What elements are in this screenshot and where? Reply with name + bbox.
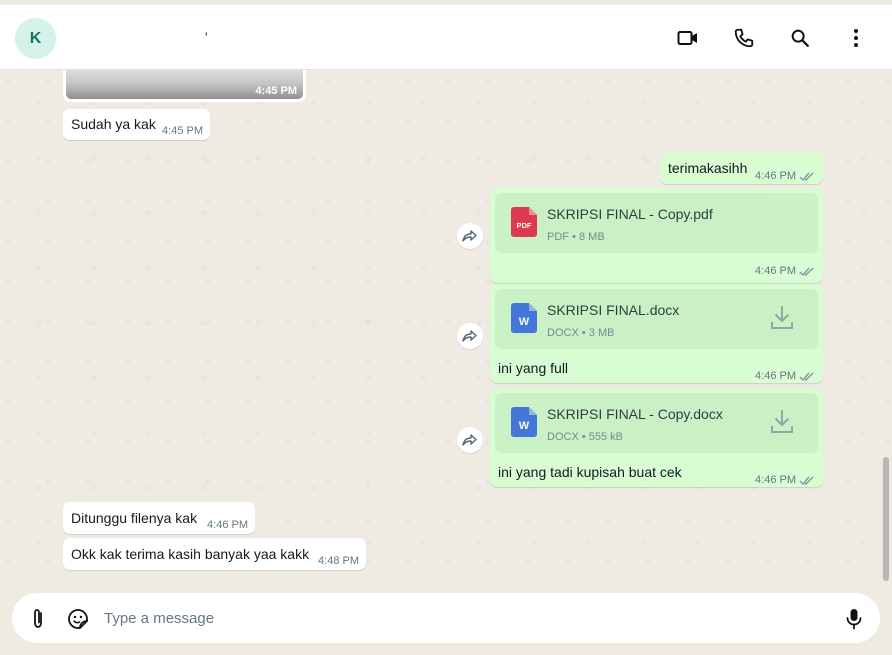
message-time: 4:46 PM [755, 170, 796, 182]
message-time: 4:46 PM [207, 519, 248, 531]
video-call-icon [677, 31, 697, 45]
document-message[interactable]: PDF SKRIPSI FINAL - Copy.pdf PDF • 8 MB … [490, 188, 823, 283]
meta-separator: • [581, 327, 586, 339]
document-type: PDF [547, 231, 569, 243]
compose-box [12, 593, 880, 643]
message-status: 4:46 PM [755, 471, 815, 490]
outgoing-message[interactable]: terimakasihh 4:46 PM [660, 153, 823, 184]
svg-text:W: W [519, 316, 530, 328]
document-meta: DOCX • 3 MB [547, 324, 614, 343]
document-type: DOCX [547, 431, 579, 443]
sticker-icon [68, 609, 88, 629]
incoming-message[interactable]: Sudah ya kak 4:45 PM [63, 109, 210, 140]
message-input[interactable] [104, 606, 824, 630]
chat-header: K ' [0, 4, 892, 70]
phone-icon [734, 28, 754, 48]
document-message[interactable]: W SKRIPSI FINAL - Copy.docx DOCX • 555 k… [490, 388, 823, 487]
document-meta: PDF • 8 MB [547, 228, 605, 247]
double-check-icon [799, 172, 814, 181]
document-card[interactable]: W SKRIPSI FINAL - Copy.docx DOCX • 555 k… [495, 393, 818, 453]
message-time: 4:48 PM [318, 555, 359, 567]
pdf-file-icon: PDF [511, 207, 537, 237]
sticker-button[interactable] [66, 607, 90, 631]
menu-dots-icon [854, 29, 858, 47]
image-thumbnail[interactable]: 4:45 PM [66, 70, 303, 99]
double-check-icon [799, 267, 814, 276]
double-check-icon [799, 476, 814, 485]
image-message[interactable]: 4:45 PM [63, 70, 306, 102]
message-text: Sudah ya kak [71, 116, 156, 132]
document-size: 8 MB [578, 231, 605, 243]
forward-icon [462, 330, 477, 342]
composer-bar [0, 590, 892, 655]
message-caption: ini yang tadi kupisah buat cek [498, 464, 682, 480]
meta-separator: • [581, 431, 586, 443]
document-meta: DOCX • 555 kB [547, 428, 623, 447]
attach-button[interactable] [26, 607, 50, 631]
chat-scrollbar[interactable] [883, 457, 889, 581]
message-time: 4:46 PM [755, 370, 796, 382]
microphone-icon [846, 609, 862, 630]
document-size: 3 MB [588, 327, 615, 339]
paperclip-icon [34, 609, 42, 628]
forward-button[interactable] [457, 223, 483, 249]
document-type: DOCX [547, 327, 579, 339]
message-status: 4:46 PM [755, 262, 815, 281]
forward-icon [462, 230, 477, 242]
incoming-message[interactable]: Ditunggu filenya kak 4:46 PM [63, 502, 255, 534]
incoming-message[interactable]: Okk kak terima kasih banyak yaa kakk 4:4… [63, 538, 366, 570]
voice-call-button[interactable] [731, 25, 757, 51]
double-check-icon [799, 372, 814, 381]
document-message[interactable]: W SKRIPSI FINAL.docx DOCX • 3 MB ini yan… [490, 284, 823, 383]
meta-separator: • [572, 231, 576, 243]
message-text: Okk kak terima kasih banyak yaa kakk [71, 546, 310, 562]
document-card[interactable]: W SKRIPSI FINAL.docx DOCX • 3 MB [495, 289, 818, 349]
menu-button[interactable] [843, 25, 869, 51]
document-name: SKRIPSI FINAL - Copy.pdf [547, 206, 713, 222]
avatar[interactable]: K [15, 18, 56, 59]
message-text: Ditunggu filenya kak [71, 510, 198, 526]
message-caption: ini yang full [498, 360, 569, 376]
chat-panel[interactable]: 4:45 PM Sudah ya kak 4:45 PM terimakasih… [0, 70, 892, 590]
message-status: 4:46 PM [755, 167, 815, 186]
message-time: 4:45 PM [255, 85, 297, 97]
forward-button[interactable] [457, 323, 483, 349]
forward-button[interactable] [457, 427, 483, 453]
document-card[interactable]: PDF SKRIPSI FINAL - Copy.pdf PDF • 8 MB [495, 193, 818, 253]
message-status: 4:46 PM [755, 367, 815, 386]
document-name: SKRIPSI FINAL.docx [547, 302, 680, 318]
video-call-button[interactable] [675, 25, 701, 51]
contact-name[interactable]: ' [205, 29, 208, 45]
document-size: 555 kB [588, 431, 624, 443]
search-icon [791, 29, 809, 47]
voice-message-button[interactable] [842, 607, 866, 631]
download-icon[interactable] [770, 409, 794, 435]
message-text: terimakasihh [668, 160, 748, 176]
svg-text:W: W [519, 420, 530, 432]
message-time: 4:46 PM [755, 265, 796, 277]
document-name: SKRIPSI FINAL - Copy.docx [547, 406, 723, 422]
message-time: 4:45 PM [162, 125, 203, 137]
word-file-icon: W [511, 303, 537, 333]
download-icon[interactable] [770, 305, 794, 331]
message-time: 4:46 PM [755, 474, 796, 486]
word-file-icon: W [511, 407, 537, 437]
search-button[interactable] [787, 25, 813, 51]
svg-text:PDF: PDF [517, 221, 532, 230]
forward-icon [462, 434, 477, 446]
